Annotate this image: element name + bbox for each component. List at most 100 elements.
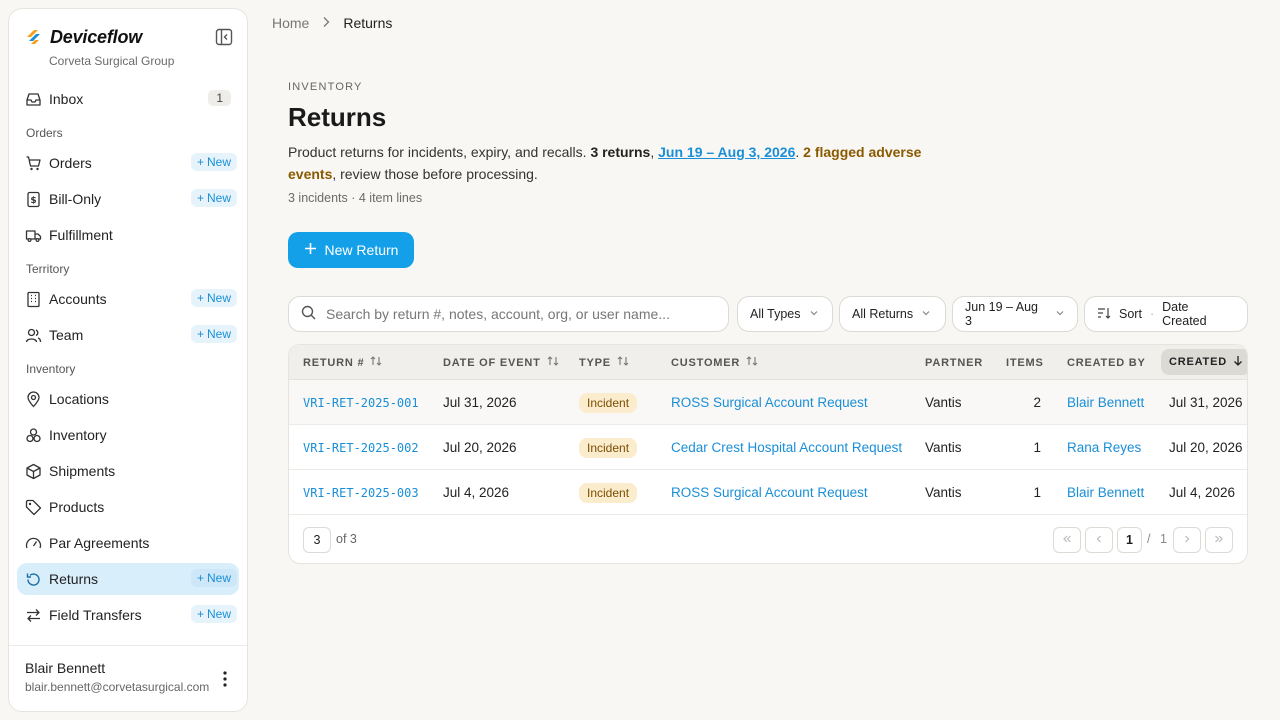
current-page[interactable]: 1 — [1117, 527, 1142, 553]
prev-page-button[interactable] — [1085, 527, 1113, 553]
type-badge: Incident — [579, 482, 638, 503]
date-range-link[interactable]: Jun 19 – Aug 3, 2026 — [658, 144, 795, 160]
created-by-link[interactable]: Blair Bennett — [1067, 380, 1144, 425]
customer-link[interactable]: Cedar Crest Hospital Account Request — [671, 425, 902, 470]
type-filter-dropdown[interactable]: All Types — [737, 296, 833, 332]
sort-icon — [1097, 307, 1111, 322]
search-icon — [301, 305, 316, 323]
map-pin-icon — [25, 390, 42, 408]
search-input[interactable] — [326, 306, 706, 322]
breadcrumb: Home Returns — [272, 15, 392, 31]
sidebar-nav: Inbox 1 Orders Orders + New $ Bill-Only +… — [17, 83, 239, 635]
sidebar-item-inventory[interactable]: Inventory — [17, 419, 239, 451]
sidebar-item-team[interactable]: Team + New — [17, 319, 239, 351]
return-number-link[interactable]: VRI-RET-2025-001 — [303, 380, 419, 425]
sort-arrows-icon — [746, 356, 758, 369]
chevrons-left-icon — [1062, 533, 1072, 547]
user-email: blair.bennett@corvetasurgical.com — [25, 680, 210, 694]
items-count: 1 — [1033, 485, 1041, 500]
next-page-button[interactable] — [1173, 527, 1201, 553]
sort-arrows-icon — [547, 356, 559, 369]
column-type[interactable]: TYPE — [579, 345, 629, 380]
table-row[interactable]: VRI-RET-2025-002 Jul 20, 2026 Incident C… — [289, 425, 1247, 470]
sidebar-item-label: Products — [49, 499, 105, 515]
new-field-transfer-button[interactable]: + New — [190, 605, 237, 623]
sidebar-item-fulfillment[interactable]: Fulfillment — [17, 219, 239, 251]
type-badge: Incident — [579, 392, 638, 413]
returns-filter-dropdown[interactable]: All Returns — [839, 296, 946, 332]
sort-separator: · — [1149, 307, 1155, 321]
section-territory: Territory — [26, 262, 70, 276]
return-number-link[interactable]: VRI-RET-2025-003 — [303, 470, 419, 515]
new-return-sidebar-button[interactable]: + New — [190, 569, 237, 587]
table-row[interactable]: VRI-RET-2025-001 Jul 31, 2026 Incident R… — [289, 380, 1247, 425]
sidebar-item-locations[interactable]: Locations — [17, 383, 239, 415]
sidebar-item-label: Shipments — [49, 463, 116, 479]
brand[interactable]: Deviceflow — [25, 27, 142, 48]
breadcrumb-home[interactable]: Home — [272, 15, 309, 31]
new-account-button[interactable]: + New — [190, 289, 237, 307]
receipt-dollar-icon: $ — [25, 191, 42, 208]
chevrons-right-icon — [1214, 533, 1224, 547]
plus-icon: + — [196, 191, 204, 205]
column-created-by: CREATED BY — [1067, 356, 1146, 369]
section-inventory: Inventory — [26, 362, 76, 376]
svg-text:$: $ — [30, 196, 36, 206]
sidebar-item-label: Orders — [49, 155, 92, 171]
date-range-dropdown[interactable]: Jun 19 – Aug 3 — [952, 296, 1078, 332]
sidebar-item-bill-only[interactable]: $ Bill-Only + New — [17, 183, 239, 215]
table-header: RETURN # DATE OF EVENT TYPE CUSTOMER PAR… — [289, 345, 1247, 380]
partner: Vantis — [925, 485, 962, 500]
customer-link[interactable]: ROSS Surgical Account Request — [671, 380, 868, 425]
user-menu[interactable]: Blair Bennett blair.bennett@corvetasurgi… — [9, 645, 247, 711]
sidebar-item-products[interactable]: Products — [17, 491, 239, 523]
column-return-number[interactable]: RETURN # — [303, 345, 382, 380]
sidebar-item-accounts[interactable]: Accounts + New — [17, 283, 239, 315]
plus-icon — [304, 242, 317, 258]
page-description: Product returns for incidents, expiry, a… — [288, 144, 922, 182]
new-order-button[interactable]: + New — [190, 153, 237, 171]
sidebar-item-par-agreements[interactable]: Par Agreements — [17, 527, 239, 559]
sidebar-item-field-transfers[interactable]: Field Transfers + New — [17, 599, 239, 631]
table-row[interactable]: VRI-RET-2025-003 Jul 4, 2026 Incident RO… — [289, 470, 1247, 515]
new-bill-only-button[interactable]: + New — [190, 189, 237, 207]
returns-table: RETURN # DATE OF EVENT TYPE CUSTOMER PAR… — [288, 344, 1248, 564]
sort-arrows-icon — [617, 356, 629, 369]
sidebar-item-orders[interactable]: Orders + New — [17, 147, 239, 179]
sidebar-item-returns[interactable]: Returns + New — [17, 563, 239, 595]
sort-dropdown[interactable]: Sort · Date Created — [1084, 296, 1248, 332]
column-date-of-event[interactable]: DATE OF EVENT — [443, 345, 559, 380]
first-page-button[interactable] — [1053, 527, 1081, 553]
sidebar-item-label: Locations — [49, 391, 109, 407]
column-created[interactable]: CREATED — [1161, 349, 1247, 375]
tag-icon — [25, 499, 42, 516]
page-size-select[interactable]: 3 — [303, 527, 331, 553]
column-customer[interactable]: CUSTOMER — [671, 345, 758, 380]
package-icon — [25, 463, 42, 480]
sidebar-item-inbox[interactable]: Inbox 1 — [17, 83, 239, 115]
type-cell: Incident — [579, 380, 638, 425]
sidebar-item-shipments[interactable]: Shipments — [17, 455, 239, 487]
new-team-member-button[interactable]: + New — [190, 325, 237, 343]
last-page-button[interactable] — [1205, 527, 1233, 553]
return-number-link[interactable]: VRI-RET-2025-002 — [303, 425, 419, 470]
new-return-button[interactable]: New Return — [288, 232, 414, 268]
user-name: Blair Bennett — [25, 660, 106, 676]
deviceflow-logo-icon — [25, 28, 42, 48]
items-count: 1 — [1033, 440, 1041, 455]
chevron-down-icon — [809, 307, 819, 321]
created-by-link[interactable]: Rana Reyes — [1067, 425, 1141, 470]
column-items: ITEMS — [1006, 356, 1044, 369]
collapse-sidebar-icon[interactable] — [215, 28, 233, 46]
chevron-down-icon — [921, 307, 931, 321]
created-by-link[interactable]: Blair Bennett — [1067, 470, 1144, 515]
more-vertical-icon[interactable] — [217, 670, 233, 688]
returns-count: 3 returns — [590, 144, 651, 160]
sidebar-item-label: Bill-Only — [49, 191, 102, 207]
customer-link[interactable]: ROSS Surgical Account Request — [671, 470, 868, 515]
date-of-event: Jul 4, 2026 — [443, 485, 510, 500]
arrows-left-right-icon — [25, 607, 42, 624]
plus-icon: + — [196, 291, 204, 305]
total-pages: 1 — [1160, 532, 1167, 546]
plus-icon: + — [196, 155, 204, 169]
